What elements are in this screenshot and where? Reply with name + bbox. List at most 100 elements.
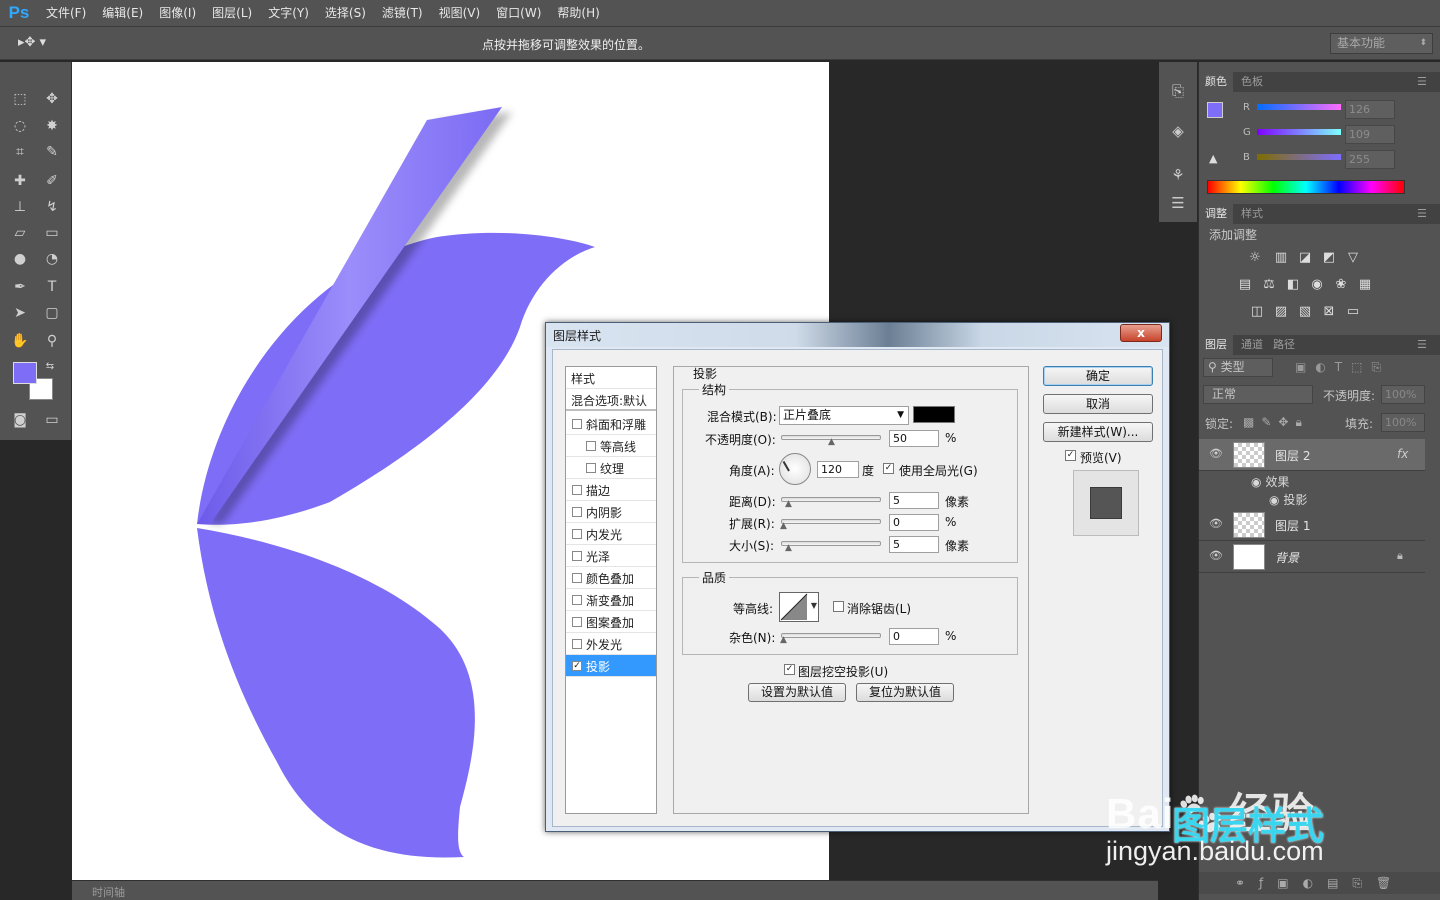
tab-adjustments[interactable]: 调整 (1199, 204, 1233, 224)
layer-name[interactable]: 背景 (1275, 549, 1299, 566)
stamp-tool-icon[interactable]: ⊥ (8, 196, 32, 218)
timeline-panel-bar[interactable]: 时间轴 (72, 880, 1158, 900)
spread-slider[interactable] (781, 519, 881, 524)
cancel-button[interactable]: 取消 (1043, 394, 1153, 414)
eye-icon[interactable]: 👁︎ (1209, 447, 1223, 460)
selective-color-icon[interactable]: ⊠ (1319, 304, 1339, 322)
contour-picker[interactable]: ▼ (779, 592, 819, 622)
tab-channels[interactable]: 通道 (1235, 335, 1269, 355)
panel-menu-icon[interactable]: ☰ (1417, 204, 1427, 224)
path-select-icon[interactable]: ➤ (8, 302, 32, 324)
style-checkbox[interactable] (572, 551, 582, 561)
panel-menu-icon[interactable]: ☰ (1417, 335, 1427, 355)
style-checkbox[interactable]: ✓ (572, 661, 582, 671)
style-item[interactable]: 外发光 (566, 633, 656, 655)
color-lookup-icon[interactable]: ▦ (1355, 277, 1375, 295)
opacity-input[interactable]: 50 (889, 430, 939, 447)
antialias-checkbox[interactable] (833, 601, 844, 612)
red-value[interactable]: 126 (1345, 100, 1395, 119)
make-default-button[interactable]: 设置为默认值 (748, 683, 846, 702)
shadow-color-swatch[interactable] (913, 406, 955, 423)
style-checkbox[interactable] (572, 485, 582, 495)
preview-checkbox[interactable]: ✓ (1065, 450, 1076, 461)
eye-icon[interactable]: ◉ (1269, 493, 1279, 507)
green-value[interactable]: 109 (1345, 125, 1395, 144)
character-icon[interactable]: ☰ (1167, 194, 1189, 216)
layers-footer-icons[interactable]: ⚭ƒ▣◐▤⎘🗑︎ (1199, 872, 1440, 894)
spread-input[interactable]: 0 (889, 514, 939, 531)
slider-thumb-icon[interactable]: ▲ (784, 500, 793, 509)
crop-tool-icon[interactable]: ⌗ (8, 141, 32, 163)
shape-tool-icon[interactable]: ▢ (40, 302, 64, 324)
ok-button[interactable]: 确定 (1043, 366, 1153, 386)
invert-icon[interactable]: ◫ (1247, 304, 1267, 322)
menu-file[interactable]: 文件(F) (38, 0, 94, 26)
style-checkbox[interactable] (572, 529, 582, 539)
zoom-tool-icon[interactable]: ⚲ (40, 330, 64, 352)
panel-menu-icon[interactable]: ☰ (1417, 72, 1427, 92)
layer-name[interactable]: 图层 2 (1275, 447, 1310, 464)
distance-slider[interactable] (781, 497, 881, 502)
gradient-tool-icon[interactable]: ▭ (40, 222, 64, 244)
angle-dial[interactable] (779, 453, 811, 485)
style-checkbox[interactable] (572, 573, 582, 583)
quick-mask-icon[interactable]: ◙ (8, 409, 32, 431)
curves-icon[interactable]: ◪ (1295, 250, 1315, 268)
style-checkbox[interactable] (572, 639, 582, 649)
slider-thumb-icon[interactable]: ▲ (779, 522, 788, 531)
layer-filter-icons[interactable]: ▣◐T⬚⎘ (1295, 360, 1390, 375)
brush-tool-icon[interactable]: ✐ (40, 170, 64, 192)
exposure-icon[interactable]: ◩ (1319, 250, 1339, 268)
brush-presets-icon[interactable]: ⚘ (1167, 166, 1189, 188)
dialog-titlebar[interactable]: 图层样式 x (546, 323, 1169, 347)
menu-image[interactable]: 图像(I) (151, 0, 204, 26)
drop-shadow-effect-row[interactable]: ◉ 投影 (1269, 491, 1307, 508)
style-checkbox[interactable] (572, 419, 582, 429)
menu-filter[interactable]: 滤镜(T) (374, 0, 431, 26)
black-white-icon[interactable]: ◧ (1283, 277, 1303, 295)
eye-icon[interactable]: ◉ (1251, 475, 1261, 489)
green-slider[interactable] (1257, 129, 1341, 135)
tab-layers[interactable]: 图层 (1199, 335, 1233, 355)
properties-icon[interactable]: ◈ (1167, 122, 1189, 144)
lasso-tool-icon[interactable]: ◌ (8, 115, 32, 137)
layer-filter-select[interactable]: ⚲ 类型 (1203, 358, 1273, 377)
blue-slider[interactable] (1257, 154, 1341, 160)
layer-name[interactable]: 图层 1 (1275, 517, 1310, 534)
swap-colors-icon[interactable]: ⇆ (38, 355, 62, 377)
posterize-icon[interactable]: ▨ (1271, 304, 1291, 322)
style-checkbox[interactable] (586, 441, 596, 451)
knockout-checkbox[interactable]: ✓ (784, 664, 795, 675)
photo-filter-icon[interactable]: ◉ (1307, 277, 1327, 295)
style-item[interactable]: 纹理 (566, 457, 656, 479)
menu-help[interactable]: 帮助(H) (549, 0, 607, 26)
brightness-icon[interactable]: ☼ (1245, 250, 1265, 268)
red-slider[interactable] (1257, 104, 1341, 110)
style-item[interactable]: 等高线 (566, 435, 656, 457)
effects-row[interactable]: ◉ 效果 (1251, 473, 1289, 490)
move-icon[interactable]: ✥ (40, 88, 64, 110)
screen-mode-icon[interactable]: ▭ (40, 409, 64, 431)
lock-icons[interactable]: ▩✎✥🔒︎ (1243, 415, 1309, 430)
menu-view[interactable]: 视图(V) (431, 0, 489, 26)
magic-wand-icon[interactable]: ✸ (40, 115, 64, 137)
fill-input[interactable]: 100% (1381, 413, 1425, 432)
channel-mixer-icon[interactable]: ❀ (1331, 277, 1351, 295)
layer-row-background[interactable]: 👁︎ 背景 🔒︎ (1199, 541, 1425, 573)
type-tool-icon[interactable]: T (40, 276, 64, 298)
style-item[interactable]: 渐变叠加 (566, 589, 656, 611)
tab-color[interactable]: 颜色 (1199, 72, 1233, 92)
style-item[interactable]: 光泽 (566, 545, 656, 567)
slider-thumb-icon[interactable]: ▲ (784, 544, 793, 553)
threshold-icon[interactable]: ▧ (1295, 304, 1315, 322)
style-item[interactable]: 内发光 (566, 523, 656, 545)
vibrance-icon[interactable]: ▽ (1343, 250, 1363, 268)
levels-icon[interactable]: ▥ (1271, 250, 1291, 268)
dodge-tool-icon[interactable]: ◔ (40, 248, 64, 270)
slider-thumb-icon[interactable]: ▲ (779, 636, 788, 645)
tab-paths[interactable]: 路径 (1267, 335, 1301, 355)
menu-edit[interactable]: 编辑(E) (94, 0, 151, 26)
reset-default-button[interactable]: 复位为默认值 (856, 683, 954, 702)
size-slider[interactable] (781, 541, 881, 546)
new-style-button[interactable]: 新建样式(W)... (1043, 422, 1153, 442)
